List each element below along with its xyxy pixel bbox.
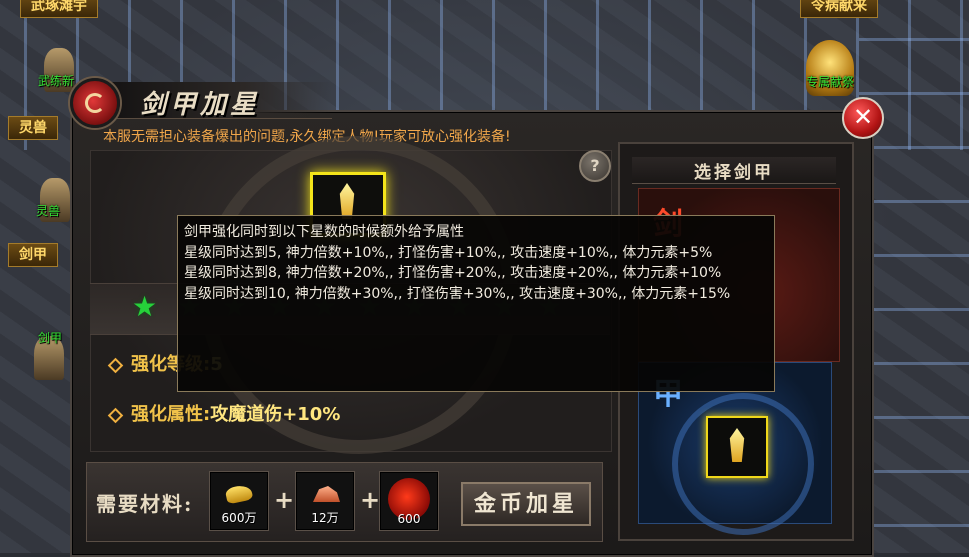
material-qty: 600万: [221, 511, 257, 525]
map-label-armor[interactable]: 剑甲: [8, 243, 58, 267]
star-icon: ★: [132, 290, 158, 323]
help-button[interactable]: ?: [579, 150, 611, 182]
tooltip-line-star8: 星级同时达到8, 神力倍数+20%,, 打怪伤害+20%,, 攻击速度+20%,…: [184, 265, 722, 281]
enhance-attr-value: 攻魔道伤+10%: [210, 404, 341, 425]
tooltip-line-star5: 星级同时达到5, 神力倍数+10%,, 打怪伤害+10%,, 攻击速度+10%,…: [184, 244, 713, 261]
materials-label: 需要材料:: [96, 492, 194, 516]
map-label-beast[interactable]: 灵兽: [8, 116, 58, 140]
close-icon: ✕: [852, 103, 874, 131]
material-slot-ore[interactable]: 12万: [295, 471, 355, 531]
select-armor-title: 选择剑甲: [694, 163, 774, 183]
material-qty: 12万: [311, 511, 339, 525]
material-slot-gold[interactable]: 600万: [209, 471, 269, 531]
npc-name-beast: 灵兽: [36, 204, 61, 218]
material-slot-orb[interactable]: 600: [379, 471, 439, 531]
armor-item-icon: [339, 183, 355, 219]
npc-name-armor: 剑甲: [38, 331, 63, 345]
map-label-top-right[interactable]: 令病献来: [800, 0, 878, 18]
plus-sign: +: [274, 486, 295, 514]
npc-name-altar: 专属献祭: [806, 75, 855, 89]
window-title: 剑甲加星: [140, 90, 261, 120]
help-icon: ?: [590, 156, 600, 175]
gold-ingot-icon: [224, 483, 254, 505]
diamond-bullet-icon: [107, 357, 124, 373]
gold-upgrade-star-button[interactable]: 金币加星: [461, 482, 591, 526]
material-qty: 600: [397, 512, 421, 526]
tooltip-line-star10: 星级同时达到10, 神力倍数+30%,, 打怪伤害+30%,, 攻击速度+30%…: [184, 285, 731, 302]
diamond-bullet-icon: [107, 407, 124, 423]
plus-sign: +: [360, 486, 381, 514]
map-label-top-left[interactable]: 武琢滩宇: [20, 0, 98, 18]
armor-item-icon: [729, 428, 745, 462]
ore-icon: [313, 486, 340, 502]
enhance-attr-line: 强化属性:攻魔道伤+10%: [107, 400, 341, 426]
enhance-attr-label: 强化属性:: [131, 404, 211, 425]
bonus-tooltip: 剑甲强化同时到以下星数的时候额外给予属性 星级同时达到5, 神力倍数+10%,,…: [177, 215, 775, 392]
selected-armor-slot[interactable]: [706, 416, 768, 478]
tooltip-line-heading: 剑甲强化同时到以下星数的时候额外给予属性: [184, 224, 464, 240]
server-notice: 本服无需担心装备爆出的问题,永久绑定人物!玩家可放心强化装备!: [103, 129, 511, 145]
close-button[interactable]: ✕: [842, 97, 884, 139]
ice-fence-right: [859, 0, 969, 553]
emblem-icon: [70, 78, 120, 128]
npc-name-warrior: 武练新: [38, 74, 75, 88]
